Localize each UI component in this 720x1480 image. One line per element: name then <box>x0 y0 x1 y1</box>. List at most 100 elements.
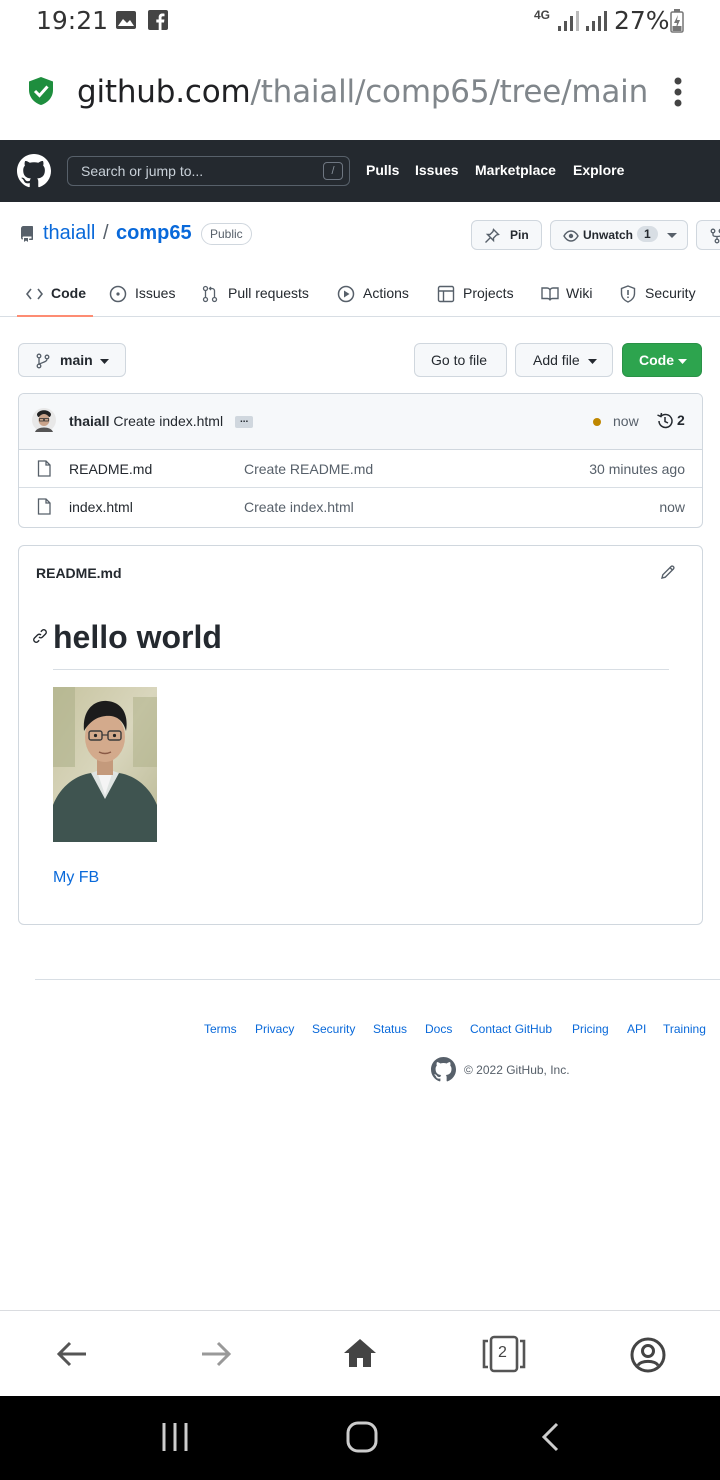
active-tab-indicator <box>17 315 93 317</box>
code-button-label: Code <box>639 352 674 368</box>
commit-ellipsis-button[interactable]: ... <box>235 415 254 428</box>
go-to-file-button[interactable]: Go to file <box>414 343 507 377</box>
footer-link-docs[interactable]: Docs <box>425 1022 452 1036</box>
browser-url-bar[interactable]: github.com/thaiall/comp65/tree/main <box>0 44 720 140</box>
tabs-divider <box>0 316 720 317</box>
github-mark-icon[interactable] <box>431 1057 456 1082</box>
watch-count: 1 <box>637 226 658 242</box>
issue-opened-icon <box>109 285 127 303</box>
footer-link-privacy[interactable]: Privacy <box>255 1022 294 1036</box>
unwatch-label: Unwatch <box>583 228 634 242</box>
commit-time[interactable]: now <box>613 413 639 429</box>
git-branch-icon <box>36 353 50 369</box>
file-row[interactable]: README.md Create README.md 30 minutes ag… <box>19 450 702 488</box>
back-arrow-icon[interactable] <box>56 1340 88 1368</box>
code-button[interactable]: Code <box>622 343 702 377</box>
nav-issues[interactable]: Issues <box>415 162 459 178</box>
add-file-button[interactable]: Add file <box>515 343 613 377</box>
status-bar: 19:21 4G 27% <box>0 0 720 44</box>
file-browser: thaiall Create index.html ... now 2 READ… <box>18 393 703 528</box>
footer-divider <box>35 979 720 980</box>
system-back-icon[interactable] <box>540 1422 560 1452</box>
nav-marketplace[interactable]: Marketplace <box>475 162 556 178</box>
search-shortcut-key: / <box>323 162 343 180</box>
forward-arrow-icon[interactable] <box>200 1340 232 1368</box>
repo-icon <box>19 226 35 242</box>
fork-button[interactable] <box>696 220 720 250</box>
readme-heading: hello world <box>53 619 222 655</box>
pin-button[interactable]: Pin <box>471 220 542 250</box>
file-row[interactable]: index.html Create index.html now <box>19 488 702 526</box>
pencil-icon[interactable] <box>660 564 676 580</box>
avatar[interactable] <box>32 408 56 434</box>
copyright-text: © 2022 GitHub, Inc. <box>464 1063 570 1077</box>
play-icon <box>337 285 355 303</box>
footer-link-api[interactable]: API <box>627 1022 646 1036</box>
heading-divider <box>53 669 669 670</box>
file-name[interactable]: index.html <box>69 499 133 515</box>
nav-explore[interactable]: Explore <box>573 162 624 178</box>
system-home-icon[interactable] <box>346 1421 378 1453</box>
battery-icon <box>670 9 684 33</box>
tab-code-label: Code <box>51 285 86 301</box>
commit-count[interactable]: 2 <box>677 412 685 428</box>
url-text[interactable]: github.com/thaiall/comp65/tree/main <box>77 74 648 110</box>
network-type-label: 4G <box>534 8 551 22</box>
chevron-down-icon <box>588 359 597 364</box>
footer-link-terms[interactable]: Terms <box>204 1022 237 1036</box>
home-icon[interactable] <box>342 1337 378 1369</box>
nav-pulls[interactable]: Pulls <box>366 162 399 178</box>
commit-message[interactable]: Create index.html <box>113 413 223 429</box>
github-header: Search or jump to... / Pulls Issues Mark… <box>0 140 720 202</box>
facebook-icon <box>148 10 168 30</box>
search-input[interactable]: Search or jump to... / <box>67 156 350 186</box>
readme-title: README.md <box>36 565 122 581</box>
search-placeholder: Search or jump to... <box>81 163 204 179</box>
tab-count: 2 <box>498 1344 507 1361</box>
file-name[interactable]: README.md <box>69 461 152 477</box>
signal-icon <box>556 10 610 32</box>
anchor-link-icon[interactable] <box>32 628 48 644</box>
footer-link-security[interactable]: Security <box>312 1022 355 1036</box>
pull-request-icon <box>202 285 218 303</box>
commit-summary: thaiall Create index.html <box>69 413 223 429</box>
repo-owner-link[interactable]: thaiall <box>43 222 95 245</box>
github-logo-icon[interactable] <box>17 154 51 188</box>
footer-link-status[interactable]: Status <box>373 1022 407 1036</box>
footer-link-pricing[interactable]: Pricing <box>572 1022 609 1036</box>
file-age: now <box>659 499 685 515</box>
file-commit-message[interactable]: Create README.md <box>244 461 373 477</box>
file-commit-message[interactable]: Create index.html <box>244 499 354 515</box>
footer-link-training[interactable]: Training <box>663 1022 706 1036</box>
profile-icon[interactable] <box>630 1337 666 1373</box>
readme-panel: README.md hello world My FB <box>18 545 703 925</box>
recent-apps-icon[interactable] <box>161 1422 189 1452</box>
browser-menu-icon[interactable] <box>673 76 683 108</box>
unwatch-button[interactable]: Unwatch 1 <box>550 220 688 250</box>
file-age: 30 minutes ago <box>589 461 685 477</box>
table-icon <box>437 285 455 303</box>
browser-toolbar: 2 <box>0 1310 720 1396</box>
history-icon[interactable] <box>656 412 674 430</box>
book-icon <box>541 286 559 302</box>
status-dot <box>593 418 601 426</box>
url-path: /thaiall/comp65/tree/main <box>250 74 649 110</box>
system-navigation-bar <box>0 1396 720 1480</box>
tab-actions-label: Actions <box>363 285 409 301</box>
shield-icon <box>620 285 636 303</box>
file-icon <box>37 460 51 477</box>
commit-author[interactable]: thaiall <box>69 413 109 429</box>
footer-link-contact[interactable]: Contact GitHub <box>470 1022 552 1036</box>
fork-icon <box>709 228 720 244</box>
tab-issues-label: Issues <box>135 285 176 301</box>
repo-name-link[interactable]: comp65 <box>116 222 192 245</box>
status-time: 19:21 <box>36 6 109 35</box>
add-file-label: Add file <box>533 352 580 368</box>
pin-label: Pin <box>510 228 529 242</box>
tab-projects-label: Projects <box>463 285 514 301</box>
secure-shield-icon <box>28 76 54 106</box>
branch-selector[interactable]: main <box>18 343 126 377</box>
fb-link[interactable]: My FB <box>53 869 99 887</box>
latest-commit-bar: thaiall Create index.html ... now 2 <box>19 394 702 450</box>
gallery-icon <box>115 10 137 30</box>
